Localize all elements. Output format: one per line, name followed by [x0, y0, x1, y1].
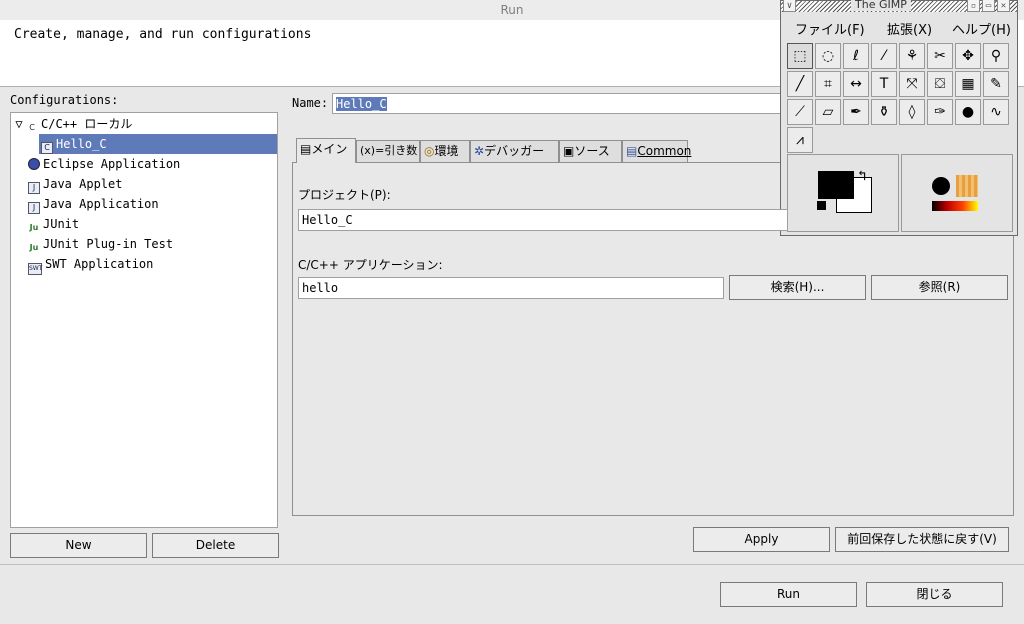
tree-item-java-applet[interactable]: J Java Applet [28, 174, 294, 194]
debugger-tab-icon: ✲ [474, 144, 485, 158]
tree-item-label: SWT Application [45, 257, 154, 271]
swap-colors-icon[interactable]: ↰ [858, 169, 866, 183]
fuzzy-select-tool-icon[interactable]: ⚘ [899, 43, 925, 69]
knife-tool-icon[interactable]: ╱ [787, 71, 813, 97]
lasso-tool-icon[interactable]: ℓ [843, 43, 869, 69]
scissors-tool-icon[interactable]: ✂ [927, 43, 953, 69]
gradient-tool-icon[interactable]: ▦ [955, 71, 981, 97]
configurations-tree[interactable]: ▽ C C/C++ ローカル C Hello_C Eclipse Applicatio… [10, 112, 278, 528]
env-tab-icon: ◎ [424, 144, 435, 158]
blur-tool-icon[interactable]: ◊ [899, 99, 925, 125]
pattern-preview-icon[interactable] [956, 175, 978, 197]
project-label: プロジェクト(P): [298, 188, 391, 202]
gimp-toolbox-window[interactable]: The GIMP ∨ ▫ ▭ ✕ ファイル(F) 拡張(X) ヘルプ(H) ⬚ ◌… [780, 0, 1018, 236]
gimp-tool-grid: ⬚ ◌ ℓ ⁄ ⚘ ✂ ✥ ⚲ ╱ ⌗ ↔ T ⤧ ⛋ ▦ ✎ ⟋ ▱ ✒ ⚱ ◊ ✑ ● ∿ ⩘ [787, 43, 1011, 155]
tree-item-java-application[interactable]: J Java Application [28, 194, 294, 214]
color-area: ↰ [787, 154, 899, 232]
application-label: C/C++ アプリケーション: [298, 258, 443, 272]
tree-item-label: JUnit [43, 217, 80, 231]
java-applet-icon: J [28, 182, 40, 194]
airbrush-tool-icon[interactable]: ✒ [843, 99, 869, 125]
tree-item-label: Java Application [43, 197, 159, 211]
rect-select-tool-icon[interactable]: ⬚ [787, 43, 813, 69]
tab-debugger[interactable]: ✲デバッガー [470, 140, 559, 162]
tab-arguments[interactable]: (x)=引き数 [356, 140, 420, 162]
source-tab-icon: ▣ [563, 144, 575, 158]
gradient-preview-icon[interactable] [932, 201, 978, 211]
common-tab-icon: ▤ [626, 144, 638, 158]
main-tab-icon: ▤ [300, 142, 312, 156]
close-icon[interactable]: ✕ [997, 0, 1010, 12]
crop-tool-icon[interactable]: ⌗ [815, 71, 841, 97]
tab-common[interactable]: ▤Common [622, 140, 691, 162]
maximize-icon[interactable]: ▭ [982, 0, 995, 12]
c-config-icon: C [41, 142, 53, 154]
brush-preview-icon[interactable] [932, 177, 950, 195]
configurations-label: Configurations: [10, 93, 119, 107]
bucket-fill-tool-icon[interactable]: ⛋ [927, 71, 953, 97]
text-tool-icon[interactable]: T [871, 71, 897, 97]
revert-button[interactable]: 前回保存した状態に戻す(V) [835, 527, 1009, 552]
run-button[interactable]: Run [720, 582, 857, 607]
color-picker-tool-icon[interactable]: ⤧ [899, 71, 925, 97]
bottom-separator [0, 564, 1024, 565]
pencil-tool-icon[interactable]: ✎ [983, 71, 1009, 97]
java-app-icon: J [28, 202, 40, 214]
measure-tool-icon[interactable]: ⩘ [787, 127, 813, 153]
delete-button[interactable]: Delete [152, 533, 279, 558]
tree-item-swt-application[interactable]: SWT SWT Application [28, 254, 294, 275]
tree-item-label: Java Applet [43, 177, 123, 191]
magic-wand-tool-icon[interactable]: ⁄ [871, 43, 897, 69]
tree-item-junit[interactable]: Ju JUnit [28, 214, 294, 234]
tree-item-eclipse-application[interactable]: Eclipse Application [28, 154, 294, 174]
ink-tool-icon[interactable]: ✑ [927, 99, 953, 125]
swt-icon: SWT [28, 263, 42, 275]
menu-file[interactable]: ファイル(F) [795, 19, 865, 38]
c-config-icon: C [29, 123, 35, 132]
new-button[interactable]: New [10, 533, 147, 558]
project-input[interactable]: Hello_C [298, 209, 788, 231]
expander-icon[interactable]: ▽ [12, 114, 26, 134]
tree-item-label: Eclipse Application [43, 157, 181, 171]
move-tool-icon[interactable]: ✥ [955, 43, 981, 69]
tab-source[interactable]: ▣ソース [559, 140, 622, 162]
foreground-color-swatch[interactable] [818, 171, 854, 199]
tab-environment[interactable]: ◎環境 [420, 140, 470, 162]
header-message: Create, manage, and run configurations [14, 27, 312, 42]
close-button[interactable]: 閉じる [866, 582, 1003, 607]
gimp-menu-icon[interactable]: ∨ [783, 0, 796, 12]
gimp-title: The GIMP [851, 0, 911, 11]
tree-item-label: Hello_C [56, 137, 107, 151]
tree-item-label: C/C++ ローカル [41, 117, 133, 131]
application-input[interactable]: hello [298, 277, 724, 299]
eraser-tool-icon[interactable]: ▱ [815, 99, 841, 125]
search-button[interactable]: 検索(H)... [729, 275, 866, 300]
tree-item-label: JUnit Plug-in Test [43, 237, 174, 251]
smudge-tool-icon[interactable]: ∿ [983, 99, 1009, 125]
eclipse-icon [28, 158, 40, 170]
tree-item-junit-plugin-test[interactable]: Ju JUnit Plug-in Test [28, 234, 294, 254]
ellipse-select-tool-icon[interactable]: ◌ [815, 43, 841, 69]
name-label: Name: [292, 96, 329, 110]
flip-tool-icon[interactable]: ↔ [843, 71, 869, 97]
menu-help[interactable]: ヘルプ(H) [952, 19, 1011, 38]
menu-extensions[interactable]: 拡張(X) [887, 19, 932, 38]
name-value: Hello_C [336, 97, 387, 111]
paintbrush-tool-icon[interactable]: ⟋ [787, 99, 813, 125]
brush-pattern-gradient-area [901, 154, 1013, 232]
minimize-icon[interactable]: ▫ [967, 0, 980, 12]
default-colors-icon[interactable] [817, 201, 826, 210]
clone-tool-icon[interactable]: ⚱ [871, 99, 897, 125]
tree-item-hello-c[interactable]: C Hello_C [39, 134, 277, 154]
apply-button[interactable]: Apply [693, 527, 830, 552]
tree-item-c-local[interactable]: ▽ C C/C++ ローカル [11, 114, 277, 134]
tab-main[interactable]: ▤メイン [296, 138, 356, 163]
browse-button[interactable]: 参照(R) [871, 275, 1008, 300]
zoom-tool-icon[interactable]: ⚲ [983, 43, 1009, 69]
dodge-tool-icon[interactable]: ● [955, 99, 981, 125]
